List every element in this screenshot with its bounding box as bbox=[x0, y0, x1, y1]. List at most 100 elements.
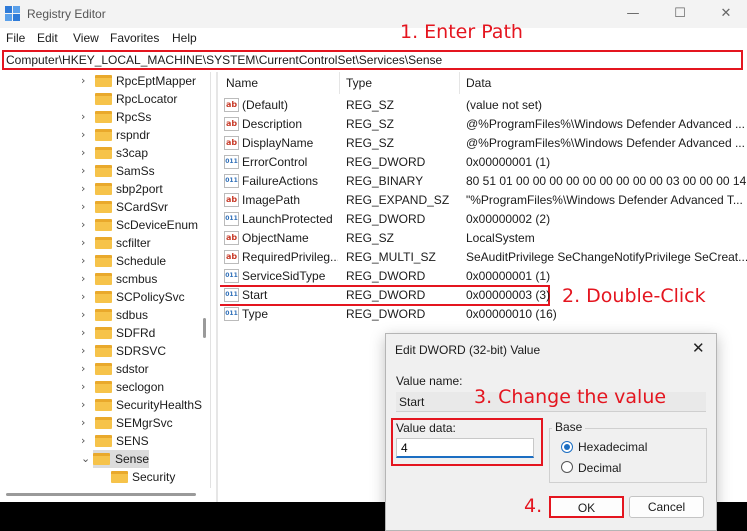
value-type-cell: REG_SZ bbox=[346, 117, 395, 131]
registry-value-row[interactable]: 011 FailureActions REG_BINARY 80 51 01 00 0… bbox=[220, 172, 747, 191]
registry-value-row[interactable]: 011 Start REG_DWORD 0x00000003 (3) bbox=[220, 285, 550, 306]
tree-item[interactable]: › ScDeviceEnum bbox=[0, 216, 200, 234]
tree-item-label: SCardSvr bbox=[116, 200, 169, 214]
tree-item-label: scfilter bbox=[116, 236, 151, 250]
folder-icon bbox=[95, 345, 112, 357]
registry-value-row[interactable]: ab Description REG_SZ @%ProgramFiles%\Windo… bbox=[220, 115, 747, 134]
column-header-name[interactable]: Name bbox=[220, 72, 340, 94]
tree-item[interactable]: Security bbox=[0, 468, 200, 486]
decimal-radio[interactable] bbox=[561, 461, 573, 473]
chevron-right-icon[interactable]: › bbox=[81, 218, 85, 231]
tree-item[interactable]: › seclogon bbox=[0, 378, 200, 396]
folder-icon bbox=[95, 291, 112, 303]
value-name-cell: Start bbox=[242, 288, 268, 302]
tree-item[interactable]: › SCardSvr bbox=[0, 198, 200, 216]
chevron-down-icon[interactable]: ⌄ bbox=[81, 452, 90, 465]
tree-item-label: Security bbox=[132, 470, 176, 484]
registry-value-row[interactable]: ab (Default) REG_SZ (value not set) bbox=[220, 96, 747, 115]
tree-item[interactable]: › SEMgrSvc bbox=[0, 414, 200, 432]
tree-item[interactable]: › SDFRd bbox=[0, 324, 200, 342]
registry-value-row[interactable]: ab DisplayName REG_SZ @%ProgramFiles%\Windo… bbox=[220, 134, 747, 153]
menu-view[interactable]: View bbox=[73, 31, 99, 45]
tree-item[interactable]: › scfilter bbox=[0, 234, 200, 252]
column-header-type[interactable]: Type bbox=[340, 72, 460, 94]
tree-item[interactable]: › sdbus bbox=[0, 306, 200, 324]
chevron-right-icon[interactable]: › bbox=[81, 254, 85, 267]
chevron-right-icon[interactable]: › bbox=[81, 182, 85, 195]
menu-file[interactable]: File bbox=[6, 31, 25, 45]
chevron-right-icon[interactable]: › bbox=[81, 290, 85, 303]
registry-value-row[interactable]: 011 ServiceSidType REG_DWORD 0x00000001 (1) bbox=[220, 267, 747, 286]
chevron-right-icon[interactable]: › bbox=[81, 236, 85, 249]
value-data-cell: 0x00000001 (1) bbox=[466, 155, 551, 169]
value-name-cell: LaunchProtected bbox=[242, 212, 333, 226]
value-data-cell: (value not set) bbox=[466, 98, 543, 112]
chevron-right-icon[interactable]: › bbox=[81, 272, 85, 285]
value-data-input[interactable] bbox=[396, 438, 534, 458]
base-label: Base bbox=[552, 420, 586, 434]
tree-item[interactable]: › SamSs bbox=[0, 162, 200, 180]
tree-item[interactable]: › rspndr bbox=[0, 126, 200, 144]
tree-item[interactable]: › SENS bbox=[0, 432, 200, 450]
tree-item[interactable]: › scmbus bbox=[0, 270, 200, 288]
minimize-button[interactable]: — bbox=[610, 0, 656, 28]
registry-value-row[interactable]: ab ObjectName REG_SZ LocalSystem bbox=[220, 229, 747, 248]
chevron-right-icon[interactable]: › bbox=[81, 380, 85, 393]
cancel-button[interactable]: Cancel bbox=[629, 496, 704, 518]
tree-item[interactable]: › SecurityHealthS bbox=[0, 396, 202, 414]
chevron-right-icon[interactable]: › bbox=[81, 434, 85, 447]
tree-item[interactable]: RpcLocator bbox=[0, 90, 200, 108]
tree-item[interactable]: › sdstor bbox=[0, 360, 200, 378]
tree-item[interactable]: › Schedule bbox=[0, 252, 200, 270]
value-type-cell: REG_SZ bbox=[346, 98, 395, 112]
menu-help[interactable]: Help bbox=[172, 31, 197, 45]
tree-item-label: sbp2port bbox=[116, 182, 163, 196]
tree-scrollbar-thumb[interactable] bbox=[203, 318, 206, 338]
tree-pane[interactable]: › RpcEptMapper RpcLocator › RpcSs › rspndr › s3c… bbox=[0, 72, 211, 488]
tree-item[interactable]: › s3cap bbox=[0, 144, 200, 162]
chevron-right-icon[interactable]: › bbox=[81, 326, 85, 339]
chevron-right-icon[interactable]: › bbox=[81, 362, 85, 375]
string-value-icon: ab bbox=[224, 136, 239, 150]
chevron-right-icon[interactable]: › bbox=[81, 74, 85, 87]
value-data-cell: 80 51 01 00 00 00 00 00 00 00 00 00 03 0… bbox=[466, 174, 747, 188]
tree-horizontal-scrollbar-thumb[interactable] bbox=[6, 493, 196, 496]
hexadecimal-radio[interactable] bbox=[561, 441, 573, 453]
tree-item[interactable]: › sbp2port bbox=[0, 180, 200, 198]
tree-item-label: SCPolicySvc bbox=[116, 290, 185, 304]
pane-splitter[interactable] bbox=[216, 72, 218, 502]
chevron-right-icon[interactable]: › bbox=[81, 398, 85, 411]
chevron-right-icon[interactable]: › bbox=[81, 128, 85, 141]
registry-value-row[interactable]: ab ImagePath REG_EXPAND_SZ "%ProgramFiles%\… bbox=[220, 191, 747, 210]
folder-icon bbox=[111, 471, 128, 483]
ok-button[interactable]: OK bbox=[549, 496, 624, 518]
maximize-button[interactable]: ☐ bbox=[657, 0, 703, 28]
close-button[interactable]: ✕ bbox=[703, 0, 747, 28]
tree-item[interactable]: › SDRSVC bbox=[0, 342, 200, 360]
tree-item[interactable]: › RpcEptMapper bbox=[0, 72, 200, 90]
registry-value-row[interactable]: 011 LaunchProtected REG_DWORD 0x00000002 (2… bbox=[220, 210, 747, 229]
menu-edit[interactable]: Edit bbox=[37, 31, 58, 45]
chevron-right-icon[interactable]: › bbox=[81, 164, 85, 177]
tree-item[interactable]: › RpcSs bbox=[0, 108, 200, 126]
address-bar[interactable]: Computer\HKEY_LOCAL_MACHINE\SYSTEM\Curre… bbox=[2, 50, 743, 70]
chevron-right-icon[interactable]: › bbox=[81, 200, 85, 213]
tree-item[interactable]: ⌄ Sense bbox=[81, 450, 149, 468]
column-header-data[interactable]: Data bbox=[460, 72, 747, 94]
dialog-close-icon[interactable]: ✕ bbox=[692, 339, 705, 357]
menu-favorites[interactable]: Favorites bbox=[110, 31, 159, 45]
value-data-cell: @%ProgramFiles%\Windows Defender Advance… bbox=[466, 136, 745, 150]
tree-item[interactable]: › SCPolicySvc bbox=[0, 288, 200, 306]
chevron-right-icon[interactable]: › bbox=[81, 146, 85, 159]
chevron-right-icon[interactable]: › bbox=[81, 110, 85, 123]
registry-value-row[interactable]: 011 Type REG_DWORD 0x00000010 (16) bbox=[220, 305, 747, 324]
chevron-right-icon[interactable]: › bbox=[81, 416, 85, 429]
registry-value-row[interactable]: ab RequiredPrivileg... REG_MULTI_SZ SeAudit… bbox=[220, 248, 747, 267]
decimal-label[interactable]: Decimal bbox=[578, 461, 621, 475]
chevron-right-icon[interactable]: › bbox=[81, 308, 85, 321]
registry-value-row[interactable]: 011 ErrorControl REG_DWORD 0x00000001 (1) bbox=[220, 153, 747, 172]
title-bar: Registry Editor — ☐ ✕ bbox=[0, 0, 747, 28]
chevron-right-icon[interactable]: › bbox=[81, 344, 85, 357]
hexadecimal-label[interactable]: Hexadecimal bbox=[578, 440, 647, 454]
value-name-cell: (Default) bbox=[242, 98, 289, 112]
